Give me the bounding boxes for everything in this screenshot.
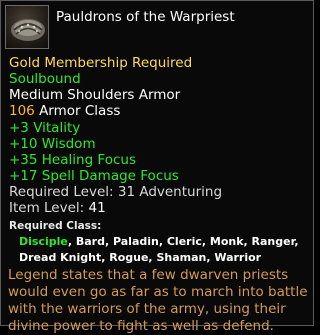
required-class-label: Required Class: bbox=[9, 220, 102, 232]
required-class-list: Disciple, Bard, Paladin, Cleric, Monk, R… bbox=[19, 234, 311, 266]
item-level-label: Item Level: bbox=[9, 200, 89, 216]
armor-class-value: 106 bbox=[9, 103, 35, 119]
item-level-value: 41 bbox=[88, 200, 106, 216]
armor-class-label: Armor Class bbox=[34, 103, 121, 119]
stat-line: +10 Wisdom bbox=[9, 136, 96, 152]
item-level: Item Level: 41 bbox=[9, 200, 106, 216]
stat-line: +17 Spell Damage Focus bbox=[9, 168, 179, 184]
required-level: Required Level: 31 Adventuring bbox=[9, 184, 223, 200]
membership-requirement: Gold Membership Required bbox=[9, 55, 193, 71]
stat-line: +3 Vitality bbox=[9, 120, 81, 136]
armor-class: 106 Armor Class bbox=[9, 103, 120, 119]
binding-status: Soulbound bbox=[9, 71, 81, 87]
pauldron-armor-icon bbox=[5, 5, 49, 49]
item-title: Pauldrons of the Warpriest bbox=[56, 9, 235, 25]
item-lore: Legend states that a few dwarven priests… bbox=[8, 267, 308, 334]
armor-type: Medium Shoulders Armor bbox=[9, 87, 181, 103]
item-tooltip: Pauldrons of the Warpriest Gold Membersh… bbox=[0, 0, 314, 334]
class-disciple: Disciple bbox=[19, 235, 68, 248]
stat-line: +35 Healing Focus bbox=[9, 152, 136, 168]
